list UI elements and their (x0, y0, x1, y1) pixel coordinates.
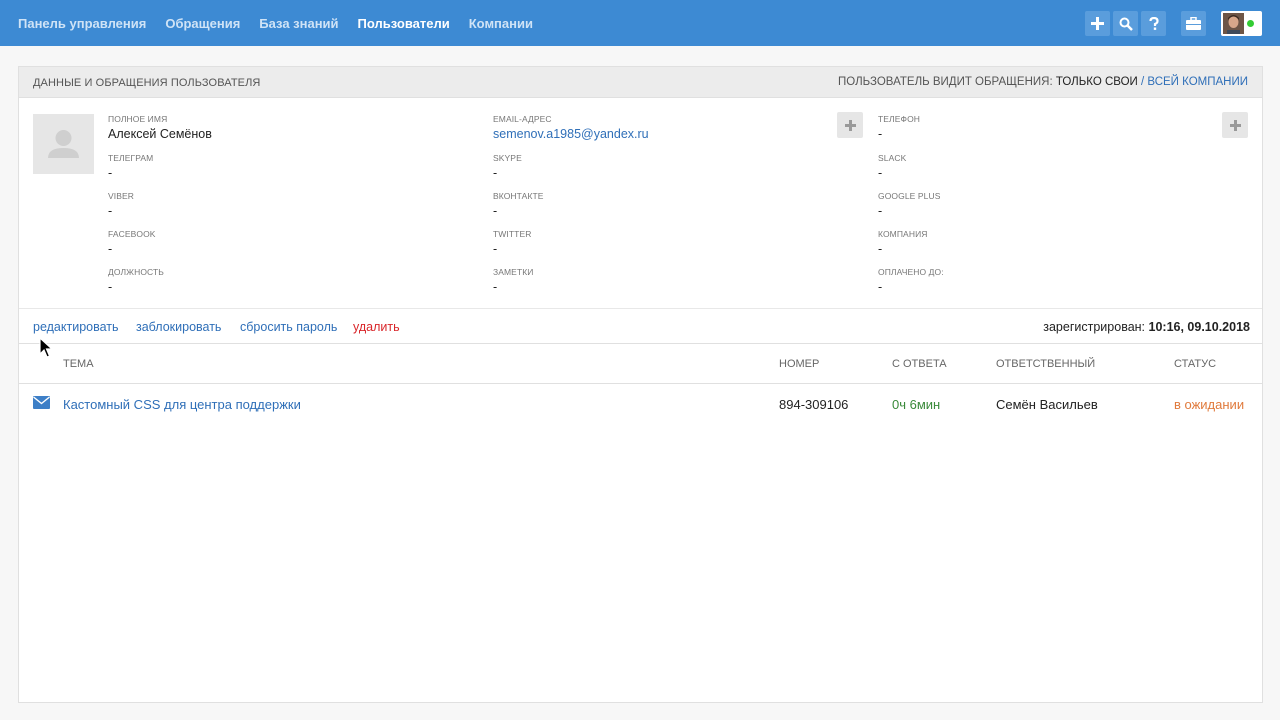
column-assignee[interactable]: Ответственный (996, 358, 1095, 370)
column-status[interactable]: Статус (1174, 358, 1216, 370)
field-slack: Slack - (878, 153, 907, 180)
registered-value: 10:16, 09.10.2018 (1148, 320, 1250, 334)
registered-label: зарегистрирован: (1043, 320, 1146, 334)
column-since-reply[interactable]: С ответа (892, 358, 947, 370)
nav-knowledge-base[interactable]: База знаний (259, 16, 338, 31)
tickets-table-header: Тема Номер С ответа Ответственный Статус (19, 344, 1262, 384)
main-nav: Панель управления Обращения База знаний … (18, 0, 552, 46)
ticket-visibility: Пользователь видит обращения: только сво… (838, 76, 1248, 88)
ticket-since-reply: 0ч 6мин (892, 397, 941, 412)
nav-companies[interactable]: Компании (469, 16, 533, 31)
visibility-separator: / (1141, 76, 1145, 88)
block-link[interactable]: заблокировать (136, 320, 221, 334)
help-button[interactable] (1141, 11, 1166, 36)
field-paid-until: Оплачено до: - (878, 267, 944, 294)
visibility-label: Пользователь видит обращения: (838, 76, 1053, 88)
user-actions-bar: редактировать заблокировать сбросить пар… (19, 308, 1262, 344)
full-name-value: Алексей Семёнов (108, 127, 212, 141)
column-number[interactable]: Номер (779, 358, 819, 370)
field-telegram: Телеграм - (108, 153, 154, 180)
header-toolbar (1082, 11, 1262, 36)
field-facebook: Facebook - (108, 229, 156, 256)
field-vkontakte: Вконтакте - (493, 191, 544, 218)
nav-tickets[interactable]: Обращения (165, 16, 240, 31)
field-google-plus: Google Plus - (878, 191, 941, 218)
avatar (1223, 13, 1244, 34)
field-skype: Skype - (493, 153, 522, 180)
edit-link[interactable]: редактировать (33, 320, 119, 334)
field-full-name: Полное имя Алексей Семёнов (108, 114, 212, 141)
briefcase-icon (1186, 17, 1201, 30)
column-subject[interactable]: Тема (63, 358, 94, 370)
field-position: Должность - (108, 267, 164, 294)
add-button[interactable] (1085, 11, 1110, 36)
field-phone: Телефон - (878, 114, 921, 141)
ticket-subject-link[interactable]: Кастомный CSS для центра поддержки (63, 397, 301, 412)
reset-password-link[interactable]: сбросить пароль (240, 320, 337, 334)
add-email-button[interactable] (837, 112, 863, 138)
top-navigation-bar: Панель управления Обращения База знаний … (0, 0, 1280, 46)
field-email: Email-адрес semenov.a1985@yandex.ru (493, 114, 649, 141)
visibility-own-option[interactable]: только свои (1056, 76, 1138, 88)
plus-icon (844, 119, 856, 131)
ticket-number: 894-309106 (779, 397, 849, 412)
add-phone-button[interactable] (1222, 112, 1248, 138)
search-icon (1119, 17, 1133, 31)
ticket-status: в ожидании (1174, 397, 1245, 412)
ticket-assignee: Семён Васильев (996, 397, 1098, 412)
table-row[interactable]: Кастомный CSS для центра поддержки 894-3… (19, 384, 1262, 425)
user-photo[interactable] (33, 114, 94, 174)
registered-info: зарегистрирован: 10:16, 09.10.2018 (1043, 320, 1250, 334)
field-twitter: Twitter - (493, 229, 532, 256)
search-button[interactable] (1113, 11, 1138, 36)
field-notes: Заметки - (493, 267, 534, 294)
online-status-dot (1247, 20, 1254, 27)
user-placeholder-icon (48, 130, 79, 158)
field-viber: Viber - (108, 191, 135, 218)
user-menu[interactable] (1221, 11, 1262, 36)
envelope-icon (33, 396, 50, 409)
help-icon (1148, 16, 1159, 30)
delete-link[interactable]: удалить (353, 320, 400, 334)
card-title: Данные и обращения пользователя (33, 77, 261, 89)
mouse-cursor-icon (39, 337, 53, 358)
plus-icon (1229, 119, 1241, 131)
email-link[interactable]: semenov.a1985@yandex.ru (493, 127, 649, 141)
visibility-company-option[interactable]: всей компании (1147, 76, 1248, 88)
card-header: Данные и обращения пользователя Пользова… (19, 67, 1262, 98)
user-card: Данные и обращения пользователя Пользова… (18, 66, 1263, 703)
plus-icon (1091, 17, 1104, 30)
nav-users[interactable]: Пользователи (358, 16, 450, 31)
briefcase-button[interactable] (1181, 11, 1206, 36)
field-company: Компания - (878, 229, 928, 256)
user-details: Полное имя Алексей Семёнов Телеграм - Vi… (19, 98, 1262, 308)
nav-dashboard[interactable]: Панель управления (18, 16, 146, 31)
